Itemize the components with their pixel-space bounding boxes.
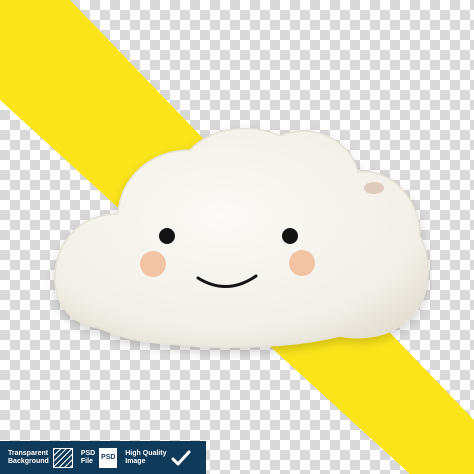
transparent-background-label: Transparent Background xyxy=(8,449,49,465)
feature-info-bar: Transparent Background PSD File PSD High… xyxy=(0,441,206,474)
right-cheek xyxy=(289,250,315,276)
psd-file-badge: PSD File PSD xyxy=(80,441,118,474)
cloud-body xyxy=(54,127,429,349)
pillow-tag-edge xyxy=(364,182,384,194)
cloud-pillow xyxy=(54,127,429,349)
right-eye xyxy=(282,228,298,244)
psd-file-icon: PSD xyxy=(99,447,118,468)
checker-pattern-icon xyxy=(52,447,73,468)
psd-file-label: PSD File xyxy=(80,449,96,465)
checkmark-icon xyxy=(171,450,191,465)
high-quality-label: High Quality Image xyxy=(125,449,167,465)
product-image: Transparent Background PSD File PSD High… xyxy=(0,0,474,474)
left-cheek xyxy=(140,251,166,277)
left-eye xyxy=(159,228,175,244)
high-quality-badge: High Quality Image xyxy=(125,441,192,474)
transparent-background-badge: Transparent Background xyxy=(0,441,73,474)
